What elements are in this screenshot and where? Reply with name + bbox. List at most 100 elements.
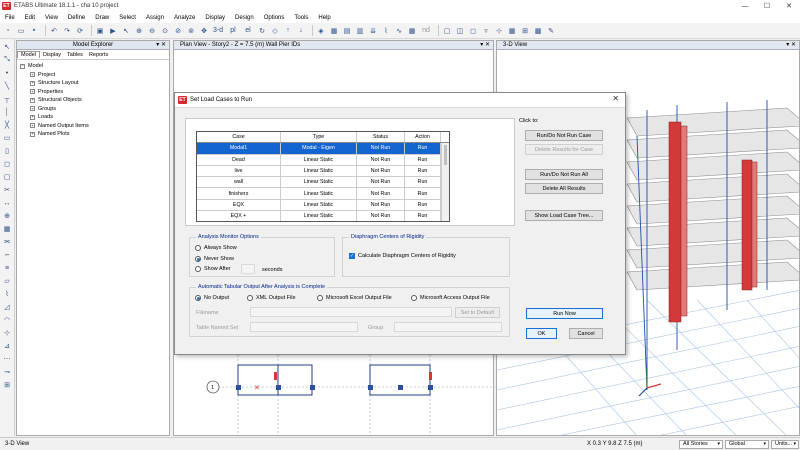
undo-icon[interactable]: ↶ <box>49 26 59 36</box>
zoom-window-icon[interactable]: ⊙ <box>160 26 170 36</box>
filter-icon[interactable]: ▿ <box>481 26 491 36</box>
explorer-tab-model[interactable]: Model <box>17 51 40 58</box>
coord-system-dropdown[interactable]: Global <box>725 439 769 449</box>
tree-item[interactable]: + Named Output Items <box>20 122 166 131</box>
calculate-diaphragm-checkbox[interactable]: ✓ Calculate Diaphragm Centers of Rigidity <box>349 253 456 259</box>
tree-item[interactable]: + Properties <box>20 88 166 97</box>
table-named-set-dropdown[interactable] <box>250 322 358 332</box>
explorer-tab-tables[interactable]: Tables <box>64 52 86 58</box>
access-output-radio[interactable]: Microsoft Access Output File <box>411 295 490 301</box>
explorer-tab-reports[interactable]: Reports <box>86 52 111 58</box>
xml-output-radio[interactable]: XML Output File <box>247 295 296 301</box>
tree-root[interactable]: − Model <box>20 62 166 71</box>
draw-column-icon[interactable]: │ <box>2 107 12 117</box>
run-do-not-run-all-button[interactable]: Run/Do Not Run All <box>525 169 603 180</box>
draw-slab-icon[interactable]: ▱ <box>2 276 12 286</box>
expand-icon[interactable]: + <box>30 97 35 103</box>
extrude-icon[interactable]: ▤ <box>342 26 352 36</box>
3d-view-close-icon[interactable]: ▾ ✕ <box>786 41 796 48</box>
menu-file[interactable]: File <box>0 15 20 21</box>
tree-item[interactable]: + Named Plots <box>20 130 166 139</box>
clear-selection-icon[interactable]: ◻ <box>468 26 478 36</box>
snap-icon[interactable]: ⊹ <box>494 26 504 36</box>
menu-define[interactable]: Define <box>63 15 90 21</box>
draw-stair-icon[interactable]: ⌇ <box>2 289 12 299</box>
draw-dimension-icon[interactable]: ↔ <box>2 198 12 208</box>
zoom-previous-icon[interactable]: ⊘ <box>173 26 183 36</box>
view-3d-button[interactable]: 3-d <box>212 26 224 36</box>
tree-item[interactable]: + Project <box>20 71 166 80</box>
maximize-icon[interactable]: ☐ <box>756 0 778 12</box>
table-row[interactable]: Dead Linear Static Not Run Run <box>197 154 449 166</box>
pointer-icon[interactable]: ↖ <box>121 26 131 36</box>
tree-item[interactable]: + Loads <box>20 113 166 122</box>
dialog-title-bar[interactable]: ET Set Load Cases to Run ✕ <box>175 93 625 108</box>
draw-reference-point-icon[interactable]: ⊕ <box>2 211 12 221</box>
reshape-icon[interactable]: ⤡ <box>2 55 12 65</box>
graphics-icon[interactable]: ▩ <box>533 26 543 36</box>
object-shrink-icon[interactable]: ◈ <box>316 26 326 36</box>
expand-icon[interactable]: + <box>30 123 35 129</box>
tables-icon[interactable]: ▦ <box>407 26 417 36</box>
pen-icon[interactable]: ✎ <box>546 26 556 36</box>
expand-icon[interactable]: + <box>30 89 35 95</box>
draw-opening-icon[interactable]: ◻ <box>2 159 12 169</box>
draw-strip-icon[interactable]: ≡ <box>2 263 12 273</box>
units-dropdown[interactable]: Units... <box>771 439 799 449</box>
menu-analyze[interactable]: Analyze <box>169 15 200 21</box>
close-icon[interactable]: ✕ <box>778 0 800 12</box>
menu-view[interactable]: View <box>40 15 63 21</box>
table-row[interactable]: live Linear Static Not Run Run <box>197 165 449 178</box>
node-labels-button[interactable]: nd <box>420 26 432 36</box>
open-icon[interactable]: ▭ <box>16 26 26 36</box>
perspective-icon[interactable]: ◇ <box>270 26 280 36</box>
set-to-default-button[interactable]: Set to Default <box>455 307 500 318</box>
table-row[interactable]: EQX + Linear Static Not Run Run <box>197 211 449 221</box>
menu-edit[interactable]: Edit <box>20 15 40 21</box>
expand-icon[interactable]: + <box>30 114 35 120</box>
show-deformed-icon[interactable]: ⌇ <box>381 26 391 36</box>
run-now-button[interactable]: Run Now <box>526 308 603 319</box>
table-scrollbar[interactable] <box>441 143 449 221</box>
select-all-icon[interactable]: ▢ <box>442 26 452 36</box>
snap-ends-icon[interactable]: ⊸ <box>2 367 12 377</box>
move-down-icon[interactable]: ↓ <box>296 26 306 36</box>
select-line-icon[interactable]: ⊿ <box>2 341 12 351</box>
cancel-button[interactable]: Cancel <box>569 328 603 339</box>
group-dropdown[interactable] <box>394 322 502 332</box>
set-display-icon[interactable]: ▦ <box>329 26 339 36</box>
tree-item[interactable]: + Groups <box>20 105 166 114</box>
load-cases-table[interactable]: Case Type Status Action Modal1 Modal - Ei… <box>196 131 450 222</box>
draw-wall-icon[interactable]: ▯ <box>2 146 12 156</box>
minimize-icon[interactable]: — <box>734 0 756 12</box>
move-up-icon[interactable]: ↑ <box>283 26 293 36</box>
show-loads-icon[interactable]: ⇊ <box>368 26 378 36</box>
table-row[interactable]: Modal1 Modal - Eigen Not Run Run <box>197 143 449 155</box>
snap-points-icon[interactable]: ⋯ <box>2 354 12 364</box>
zoom-out-icon[interactable]: ⊖ <box>147 26 157 36</box>
plan-view-close-icon[interactable]: ▾ ✕ <box>480 41 490 48</box>
draw-beam-icon[interactable]: ┬ <box>2 94 12 104</box>
draw-line-icon[interactable]: ╲ <box>2 81 12 91</box>
expand-icon[interactable]: + <box>30 80 35 86</box>
explorer-tab-display[interactable]: Display <box>40 52 64 58</box>
select-pointer-icon[interactable]: ↖ <box>2 42 12 52</box>
run-analysis-icon[interactable]: ▶ <box>108 26 118 36</box>
collapse-icon[interactable]: − <box>20 63 25 69</box>
expand-icon[interactable]: + <box>30 131 35 137</box>
tree-item[interactable]: + Structural Objects <box>20 96 166 105</box>
elevation-view-button[interactable]: el <box>242 26 254 36</box>
ok-button[interactable]: OK <box>526 328 557 339</box>
always-show-radio[interactable]: Always Show <box>195 245 237 251</box>
menu-display[interactable]: Display <box>200 15 230 21</box>
draw-joint-icon[interactable]: • <box>2 68 12 78</box>
panel-pin-close-icon[interactable]: ▾ ✕ <box>156 41 166 48</box>
menu-design[interactable]: Design <box>230 15 259 21</box>
draw-arc-icon[interactable]: ◠ <box>2 315 12 325</box>
new-model-icon[interactable]: ▫ <box>3 26 13 36</box>
lock-icon[interactable]: ▣ <box>95 26 105 36</box>
show-forces-icon[interactable]: ∿ <box>394 26 404 36</box>
select-previous-icon[interactable]: ◫ <box>455 26 465 36</box>
expand-icon[interactable]: + <box>30 72 35 78</box>
menu-select[interactable]: Select <box>114 15 141 21</box>
